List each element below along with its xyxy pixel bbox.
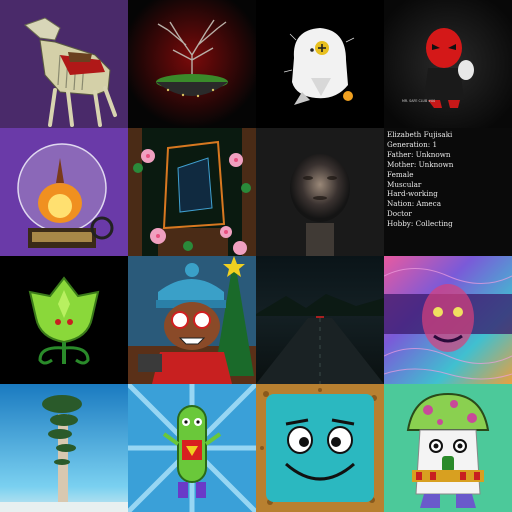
teal-square-face-tile[interactable] <box>256 384 384 512</box>
psychedelic-face-image <box>384 256 512 384</box>
teal-face-image <box>256 384 384 512</box>
flower-frame-collage-tile[interactable] <box>128 128 256 256</box>
psychedelic-face-tile[interactable] <box>384 256 512 384</box>
green-pickle-hero-tile[interactable] <box>128 384 256 512</box>
dark-road-tile[interactable] <box>256 256 384 384</box>
bio-generation: Generation: 1 <box>387 139 438 149</box>
bud-creature-image <box>0 256 128 384</box>
bio-trait: Hard-working <box>387 189 438 199</box>
bio-occupation: Doctor <box>387 209 412 219</box>
green-bud-creature-tile[interactable] <box>0 256 128 384</box>
mushroom-creature-image <box>384 384 512 512</box>
dark-road-image <box>256 256 384 384</box>
bird-toy-image <box>256 0 384 128</box>
bio-father: Father: Unknown <box>387 149 451 159</box>
christmas-elf-image <box>128 256 256 384</box>
bonsai-island-image <box>128 0 256 128</box>
christmas-elf-tile[interactable] <box>128 256 256 384</box>
figure-caption: MR. SAFE CLUB #00 <box>402 99 436 103</box>
white-bird-toy-tile[interactable] <box>256 0 384 128</box>
flower-collage-image <box>128 128 256 256</box>
bio-gender: Female <box>387 169 414 179</box>
tall-tree-image <box>0 384 128 512</box>
red-masked-figure-tile[interactable]: MR. SAFE CLUB #00 <box>384 0 512 128</box>
pickle-hero-image <box>128 384 256 512</box>
nft-gallery-grid: MR. SAFE CLUB #00 Elizabeth Fujisaki Gen… <box>0 0 512 512</box>
mushroom-creature-tile[interactable] <box>384 384 512 512</box>
bio-name: Elizabeth Fujisaki <box>387 130 453 139</box>
tall-tree-sky-tile[interactable] <box>0 384 128 512</box>
blurred-face-image <box>256 128 384 256</box>
bio-mother: Mother: Unknown <box>387 159 454 169</box>
skeleton-horse-tile[interactable] <box>0 0 128 128</box>
snow-globe-fire-tile[interactable] <box>0 128 128 256</box>
character-bio-tile[interactable]: Elizabeth Fujisaki Generation: 1 Father:… <box>384 128 512 256</box>
bonsai-tree-island-tile[interactable] <box>128 0 256 128</box>
skeleton-horse-image <box>0 0 128 128</box>
snow-globe-image <box>0 128 128 256</box>
bio-hobby: Hobby: Collecting <box>387 219 453 229</box>
bio-build: Muscular <box>387 179 422 189</box>
blurred-face-tile[interactable] <box>256 128 384 256</box>
masked-figure-image <box>384 0 512 128</box>
bio-nation: Nation: Ameca <box>387 199 441 209</box>
